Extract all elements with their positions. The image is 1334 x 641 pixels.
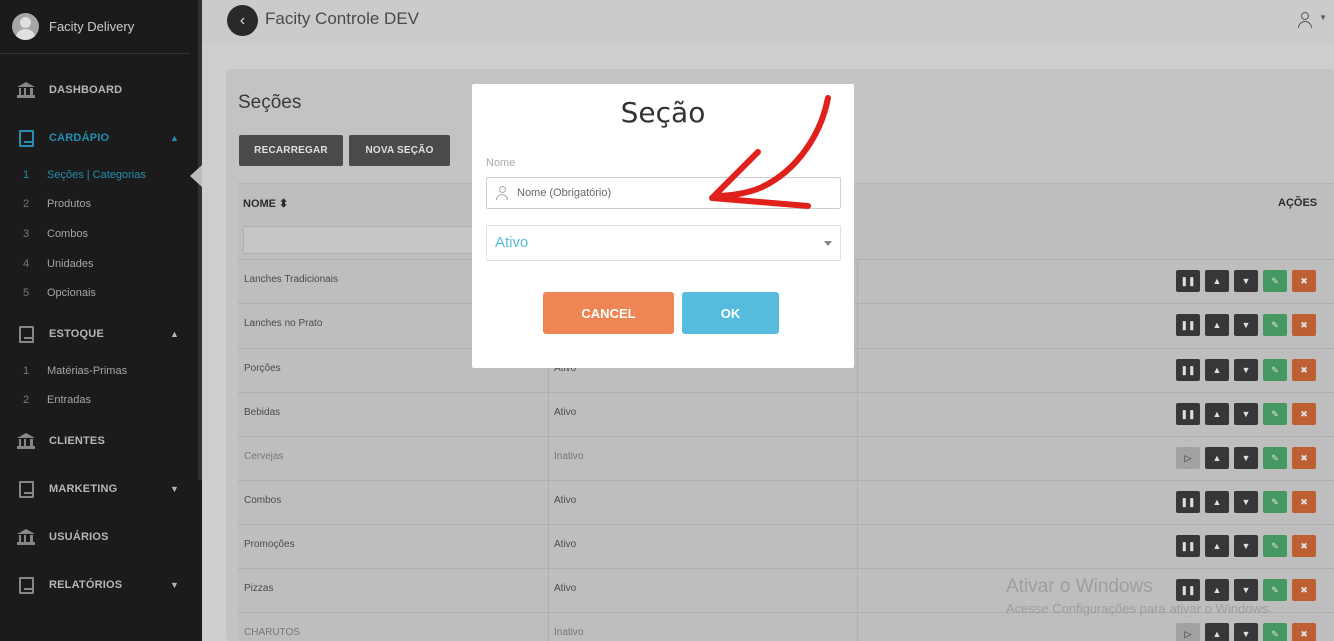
ok-button[interactable]: OK (682, 292, 779, 334)
status-select[interactable]: Ativo (486, 225, 841, 261)
name-field-label: Nome (486, 157, 516, 169)
cancel-button[interactable]: CANCEL (543, 292, 674, 334)
user-icon (496, 186, 508, 200)
status-select-value: Ativo (495, 234, 529, 251)
name-field-placeholder: Nome (Obrigatório) (517, 187, 612, 199)
modal-title: Seção (620, 96, 706, 129)
windows-watermark-title: Ativar o Windows (1006, 576, 1153, 597)
windows-watermark-text: Acesse Configurações para ativar o Windo… (1006, 601, 1272, 616)
dropdown-arrow-icon (824, 241, 832, 246)
section-modal: Seção Nome Nome (Obrigatório) Ativo CANC… (472, 84, 854, 368)
name-field[interactable]: Nome (Obrigatório) (486, 177, 841, 209)
